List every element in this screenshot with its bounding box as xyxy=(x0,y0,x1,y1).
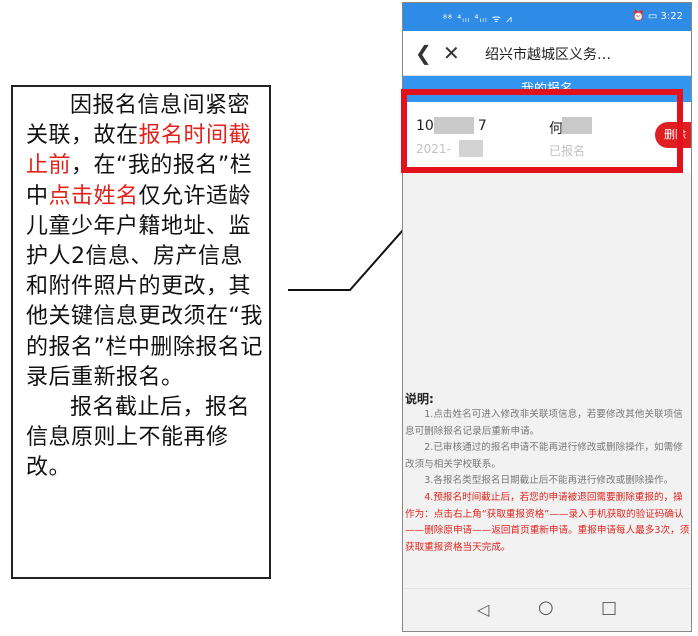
annotation-paragraph-2: 报名截止后，报名信息原则上不能再修改。 xyxy=(26,395,251,481)
nav-home-icon[interactable]: ○ xyxy=(538,597,554,618)
annotation-box: 因报名信息间紧密关联，故在报名时间截止前，在“我的报名”栏中点击姓名仅允许适龄儿… xyxy=(11,85,271,579)
nav-recent-icon[interactable]: □ xyxy=(601,598,617,618)
annotation-highlight-click-name: 点击姓名 xyxy=(48,183,139,209)
title-bar: ❮ ✕ 绍兴市越城区义务… xyxy=(403,31,691,76)
record-date: 2021- xyxy=(416,142,451,156)
delete-button[interactable]: 删除 xyxy=(655,122,691,148)
note-item-3: 3.各报名类型报名日期截止后不能再进行修改或删除操作。 xyxy=(424,475,674,487)
annotation-text: 仅允许适龄儿童少年户籍地址、监护人2信息、房产信息和附件照片的更改，其他关键信息… xyxy=(26,183,263,390)
signal-icons: ⁸⁸ ⁴ᵢₗₗ ⁴ᵢₗₗ ᯤ ⩘ xyxy=(443,14,513,25)
notes-section: 说明: 1.点击姓名可进入修改非关联项信息，若要修改其他关联项信息可删除报名记录… xyxy=(403,391,691,556)
record-status: 已报名 xyxy=(549,144,586,158)
close-icon[interactable]: ✕ xyxy=(443,41,460,65)
registration-record[interactable]: 10 7 2021- 何 已报名 删除 xyxy=(403,102,691,172)
annotation-paragraph-1: 因报名信息间紧密关联，故在报名时间截止前，在“我的报名”栏中点击姓名仅允许适龄儿… xyxy=(26,91,263,393)
status-right: ⏰ ▭ 3:22 xyxy=(632,11,683,22)
page-title: 绍兴市越城区义务… xyxy=(485,47,611,63)
status-bar: ⁸⁸ ⁴ᵢₗₗ ⁴ᵢₗₗ ᯤ ⩘ ⏰ ▭ 3:22 xyxy=(403,3,691,31)
phone-screen: ⁸⁸ ⁴ᵢₗₗ ⁴ᵢₗₗ ᯤ ⩘ ⏰ ▭ 3:22 ❮ ✕ 绍兴市越城区义务… … xyxy=(402,2,692,632)
notes-heading: 说明: xyxy=(405,392,434,406)
redaction-block xyxy=(434,117,474,134)
back-arrow-icon[interactable]: ❮ xyxy=(415,41,432,65)
section-header: 我的报名 xyxy=(403,76,691,102)
record-child-name[interactable]: 何 xyxy=(549,118,563,138)
note-item-1: 1.点击姓名可进入修改非关联项信息，若要修改其他关联项信息可删除报名记录后重新申… xyxy=(405,409,683,437)
redaction-block xyxy=(562,117,592,134)
redaction-block xyxy=(459,140,483,157)
android-nav-bar: ◁ ○ □ xyxy=(403,588,691,631)
note-item-4: 4.预报名时间截止后，若您的申请被退回需要删除重报的，操作为：点击右上角“获取重… xyxy=(405,491,690,553)
nav-back-icon[interactable]: ◁ xyxy=(477,600,489,619)
note-item-2: 2.已审核通过的报名申请不能再进行修改或删除操作，如需修改须与相关学校联系。 xyxy=(405,442,683,470)
